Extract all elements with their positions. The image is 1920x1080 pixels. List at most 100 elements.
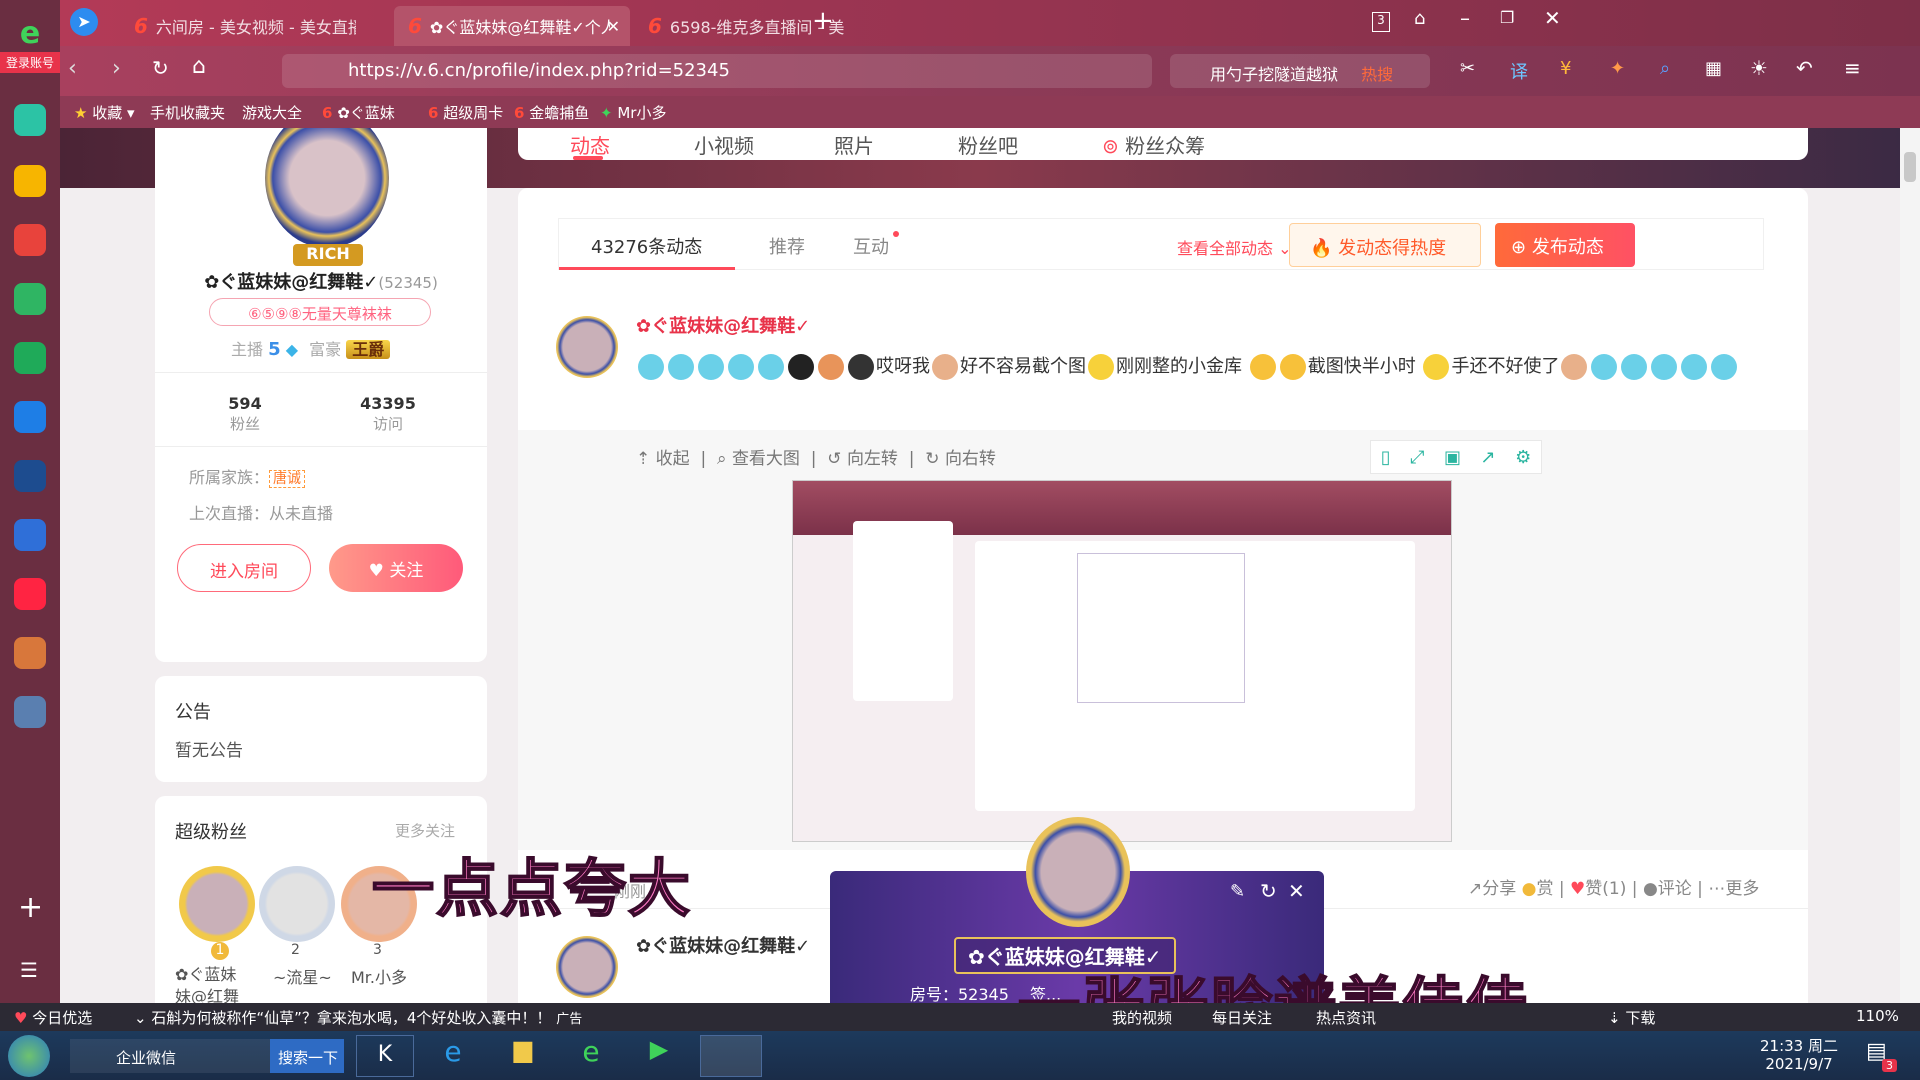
globe-news-icon[interactable] [14,460,46,492]
app-icon[interactable] [14,104,46,136]
fan-name[interactable]: Mr.小多 [351,964,407,988]
start-button[interactable] [8,1035,50,1077]
add-icon[interactable]: + [18,890,43,925]
cut-icon[interactable]: ✂ [1460,58,1475,79]
like-button[interactable]: ♥赞(1) [1570,879,1626,899]
refresh-icon[interactable]: ↻ [1260,879,1277,903]
tab-1[interactable]: 6 六间房 - 美女视频 - 美女直播 [120,6,388,46]
share-button[interactable]: ↗分享 [1468,879,1516,899]
tab-2[interactable]: 6 ✿ぐ蓝妹妹@红舞鞋✓个人动态 ✕ [394,6,630,46]
restore-icon[interactable]: ❐ [1500,8,1514,27]
translate-icon[interactable]: 译 [1510,58,1528,84]
coin-icon[interactable]: ¥ [1560,58,1571,79]
hot-search-badge[interactable]: 热搜 [1361,65,1393,84]
avatar[interactable] [265,128,389,248]
search-box[interactable]: 用勺子挖隧道越狱 热搜 [1170,54,1430,88]
save-icon[interactable]: ▯ [1381,447,1391,468]
scrollbar[interactable] [1900,128,1920,1012]
star-icon[interactable] [14,165,46,197]
daily-picks[interactable]: ♥ 今日优选 [14,1007,92,1028]
popup-avatar[interactable] [1026,817,1130,927]
grid-icon[interactable]: ▦ [1705,58,1722,79]
address-bar[interactable]: https://v.6.cn/profile/index.php?rid=523… [282,54,1152,88]
menu-icon[interactable]: ≡ [1844,56,1861,80]
link-icon[interactable] [14,342,46,374]
word-icon[interactable] [14,519,46,551]
game2-icon[interactable] [14,696,46,728]
shirt-icon[interactable]: ⌂ [1414,8,1425,29]
send-icon[interactable]: ➤ [70,8,98,36]
tab-fan-bar[interactable]: 粉丝吧 [958,130,1018,159]
tab-count-badge[interactable]: 3 [1372,12,1390,32]
weibo-icon[interactable] [14,224,46,256]
fan-name[interactable]: ✿ぐ蓝妹 妹@红舞 [175,964,255,1008]
post-button[interactable]: ⊕ 发布动态 [1495,223,1635,267]
player-icon[interactable]: ▶ [630,1035,688,1077]
bookmark-item[interactable]: 6 金蟾捕鱼 [514,102,589,123]
screenshot-image[interactable] [792,480,1452,842]
taskbar-search[interactable]: 搜索一下 [270,1039,344,1073]
bookmark-item[interactable]: ★ 收藏 ▾ [74,102,135,123]
fans-stat[interactable]: 594 粉丝 [215,394,275,434]
family-badge[interactable]: 唐诚 [269,470,306,488]
refresh-icon[interactable]: ↻ [152,56,169,80]
browser-logo-icon[interactable]: e [8,16,52,52]
tab-videos[interactable]: 小视频 [694,130,754,159]
menu-icon[interactable]: ☰ [20,958,38,982]
reward-button[interactable]: ●赏 [1522,879,1554,899]
tab-interact[interactable]: 互动 [853,233,889,259]
fan-avatar[interactable] [259,866,335,942]
bookmark-item[interactable]: 6 超级周卡 [428,102,503,123]
rotate-left-button[interactable]: ↺ 向左转 [827,449,898,469]
comment-button[interactable]: ●评论 [1643,879,1692,899]
close-popup-icon[interactable]: ✕ [1288,879,1305,903]
tab-crowdfund[interactable]: ⊚ 粉丝众筹 [1102,130,1205,159]
enter-room-button[interactable]: 进入房间 [177,544,311,592]
undo-icon[interactable]: ↶ [1796,56,1813,80]
settings-icon[interactable]: ⚙ [1515,447,1531,468]
brightness-icon[interactable]: ☀ [1750,56,1768,80]
taskbar-app[interactable]: 企业微信 [70,1039,270,1073]
post-avatar[interactable] [556,936,618,998]
clock[interactable]: 21:33 周二 2021/9/7 [1760,1037,1838,1073]
visits-stat[interactable]: 43395 访问 [353,394,423,434]
bookmark-item[interactable]: 6 ✿ぐ蓝妹 [322,102,395,123]
back-icon[interactable]: ‹ [68,56,77,81]
login-account-button[interactable]: 登录账号 [0,52,60,73]
home-icon[interactable]: ⌂ [192,54,206,79]
news-headline[interactable]: ⌄ 石斛为何被称作“仙草”？拿来泡水喝，4个好处收入囊中！！ 广告 [134,1007,582,1028]
rotate-right-button[interactable]: ↻ 向右转 [925,449,996,469]
bookmark-item[interactable]: 游戏大全 [242,102,302,123]
browser-icon[interactable]: e [562,1035,620,1077]
expand-icon[interactable]: ⤢ [1410,447,1424,468]
p-app-icon[interactable] [14,401,46,433]
tab-all-posts[interactable]: 43276条动态 [591,233,702,259]
zoom-level[interactable]: 110% [1856,1007,1899,1025]
post-author[interactable]: ✿ぐ蓝妹妹@红舞鞋✓ [636,312,810,338]
minimize-icon[interactable]: – [1460,6,1470,30]
new-tab-icon[interactable]: + [812,6,834,36]
hot-post-button[interactable]: 🔥 发动态得热度 [1289,223,1481,267]
tab-recommend[interactable]: 推荐 [769,233,805,259]
ie-icon[interactable]: e [424,1035,482,1077]
post-author[interactable]: ✿ぐ蓝妹妹@红舞鞋✓ [636,932,810,958]
game-icon[interactable] [14,637,46,669]
fan-name[interactable]: ~流星~ [273,964,332,988]
gamepad-icon[interactable]: ✦ [1610,58,1625,79]
download-icon[interactable]: ▣ [1444,447,1461,468]
view-all-link[interactable]: 查看全部动态 ⌄ [1177,235,1292,259]
fan-avatar[interactable] [179,866,255,942]
tab-dynamics[interactable]: 动态 [570,130,610,159]
close-tab-icon[interactable]: ✕ [607,17,620,36]
daily-follow-link[interactable]: 每日关注 [1212,1007,1272,1028]
forward-icon[interactable]: › [112,56,121,81]
collapse-button[interactable]: ⇡ 收起 [636,449,690,469]
xiaohongshu-icon[interactable] [14,578,46,610]
folder-icon[interactable]: ▆ [494,1035,552,1077]
post-avatar[interactable] [556,316,618,378]
magic-icon[interactable]: ✎ [1230,881,1245,902]
active-window-thumb[interactable] [700,1035,762,1077]
share-icon[interactable]: ↗ [1481,447,1496,468]
bookmark-item[interactable]: ✦ Mr小多 [600,102,666,123]
follow-button[interactable]: ♥ 关注 [329,544,463,592]
